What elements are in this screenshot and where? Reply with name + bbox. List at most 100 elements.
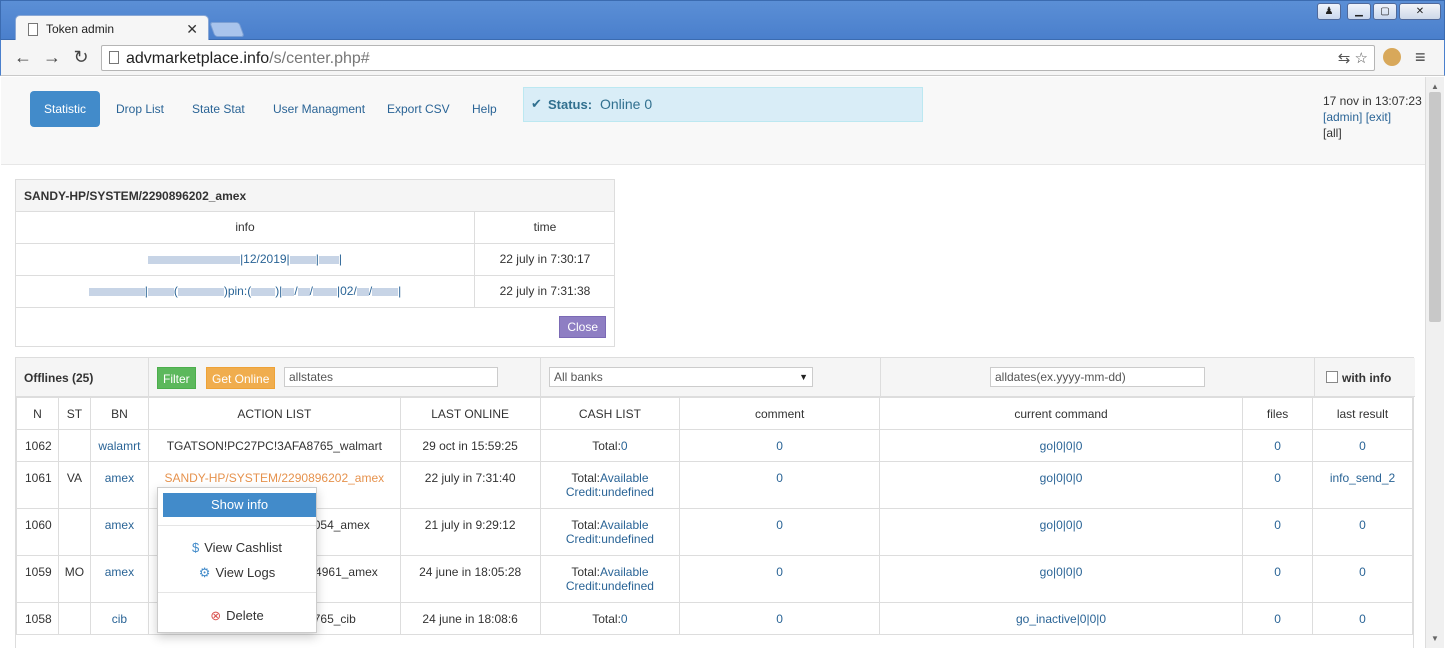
row-files-link[interactable]: 0 [1242, 508, 1314, 556]
redacted-block [147, 287, 174, 296]
info-cell: |12/2019| | | [16, 244, 475, 276]
row-command-link[interactable]: go_inactive|0|0|0 [878, 602, 1244, 635]
nav-export-csv[interactable]: Export CSV [373, 91, 464, 127]
redacted-block [88, 287, 145, 296]
row-result-link[interactable]: 0 [1312, 555, 1413, 603]
states-input[interactable]: allstates [284, 367, 498, 387]
status-label: Status: [548, 97, 593, 112]
row-state: MO [57, 555, 91, 603]
row-bank-link[interactable]: amex [89, 555, 149, 603]
address-bar[interactable]: advmarketplace.info/s/center.php# ⇆ ☆ [101, 45, 1375, 71]
row-bank-link[interactable]: amex [89, 508, 149, 556]
row-bank-link[interactable]: walamrt [89, 429, 149, 462]
row-files-link[interactable]: 0 [1242, 429, 1314, 462]
row-action[interactable]: TGATSON!PC27PC!3AFA8765_walmart [147, 429, 401, 462]
col-last-online: LAST ONLINE [399, 397, 541, 430]
back-icon[interactable]: ← [12, 47, 34, 69]
nav-state-stat[interactable]: State Stat [178, 91, 259, 127]
menu-divider [158, 525, 316, 526]
row-bank-link[interactable]: cib [89, 602, 149, 635]
info-row: |()pin:()| / / |02// | 22 july in 7:31:38 [16, 276, 614, 308]
row-comment-link[interactable]: 0 [679, 429, 880, 462]
dates-input[interactable]: alldates(ex.yyyy-mm-dd) [990, 367, 1205, 387]
menu-icon[interactable]: ≡ [1415, 47, 1426, 68]
admin-link[interactable]: [admin] [1323, 110, 1362, 124]
row-files-link[interactable]: 0 [1242, 602, 1314, 635]
row-result-link[interactable]: 0 [1312, 429, 1413, 462]
status-value: Online 0 [600, 96, 653, 112]
new-tab-button[interactable] [209, 22, 245, 37]
row-files-link[interactable]: 0 [1242, 461, 1314, 509]
row-comment-link[interactable]: 0 [679, 461, 880, 509]
nav-drop-list[interactable]: Drop List [102, 91, 178, 127]
info-panel: SANDY-HP/SYSTEM/2290896202_amex info tim… [15, 179, 615, 347]
row-command-link[interactable]: go|0|0|0 [878, 461, 1244, 509]
dropdown-caret-icon: ▼ [799, 372, 808, 382]
row-state [57, 508, 91, 556]
with-info-checkbox[interactable] [1326, 371, 1338, 383]
tab-close-icon[interactable]: ✕ [186, 21, 198, 38]
nav-user-management[interactable]: User Managment [259, 91, 379, 127]
minimize-icon[interactable]: ▁ [1347, 3, 1371, 20]
redacted-block [148, 255, 241, 264]
row-command-link[interactable]: go|0|0|0 [878, 555, 1244, 603]
banks-select[interactable]: All banks ▼ [549, 367, 813, 387]
scroll-down-icon[interactable]: ▼ [1431, 634, 1439, 643]
info-cell: |()pin:()| / / |02// | [16, 276, 475, 308]
exit-link[interactable]: [exit] [1366, 110, 1391, 124]
row-result-link[interactable]: 0 [1312, 508, 1413, 556]
row-files-link[interactable]: 0 [1242, 555, 1314, 603]
row-cash: Total:0 [539, 602, 681, 635]
nav-statistic[interactable]: Statistic [30, 91, 101, 127]
divider [1314, 358, 1315, 397]
row-result-link[interactable]: info_send_2 [1312, 461, 1413, 509]
browser-tab[interactable]: Token admin ✕ [15, 15, 209, 43]
row-state [57, 602, 91, 635]
user-icon[interactable]: ♟ [1317, 3, 1341, 20]
cookie-extension-icon[interactable] [1383, 48, 1401, 66]
divider [148, 358, 149, 397]
row-result-link[interactable]: 0 [1312, 602, 1413, 635]
view-logs-menu-item[interactable]: ⚙ View Logs [158, 565, 316, 581]
scroll-up-icon[interactable]: ▲ [1431, 82, 1439, 91]
window-titlebar: Token admin ✕ ♟ ▁ ▢ ✕ [0, 0, 1445, 43]
close-button[interactable]: Close [559, 316, 606, 338]
row-number: 1062 [16, 429, 59, 462]
show-info-menu-item[interactable]: Show info [163, 493, 316, 517]
time-cell: 22 july in 7:30:17 [499, 252, 591, 266]
delete-menu-item[interactable]: ⊗ Delete [158, 608, 316, 624]
row-comment-link[interactable]: 0 [679, 602, 880, 635]
col-comment: comment [679, 397, 880, 430]
forward-icon[interactable]: → [41, 47, 63, 69]
get-online-button[interactable]: Get Online [206, 367, 276, 389]
view-cashlist-menu-item[interactable]: $ View Cashlist [158, 540, 316, 555]
page-scrollbar[interactable]: ▲ ▼ [1425, 77, 1444, 648]
row-comment-link[interactable]: 0 [679, 555, 880, 603]
row-command-link[interactable]: go|0|0|0 [878, 508, 1244, 556]
all-link[interactable]: [all] [1323, 126, 1342, 140]
tab-title: Token admin [46, 22, 115, 36]
row-number: 1058 [16, 602, 59, 635]
bookmark-star-icon[interactable]: ☆ [1355, 50, 1368, 67]
with-info-toggle[interactable]: with info [1326, 371, 1391, 385]
filter-button[interactable]: Filter [157, 367, 196, 389]
time-col-header: time [533, 220, 557, 234]
divider [540, 358, 541, 397]
scrollbar-thumb[interactable] [1429, 92, 1441, 322]
translate-icon[interactable]: ⇆ ☆ [1338, 49, 1368, 67]
row-command-link[interactable]: go|0|0|0 [878, 429, 1244, 462]
nav-help[interactable]: Help [458, 91, 511, 127]
row-cash: Total:0 [539, 429, 681, 462]
browser-toolbar: ← → ↻ advmarketplace.info/s/center.php# … [0, 40, 1445, 76]
gear-icon: ⚙ [198, 565, 211, 580]
reload-icon[interactable]: ↻ [70, 47, 92, 69]
row-bank-link[interactable]: amex [89, 461, 149, 509]
maximize-icon[interactable]: ▢ [1373, 3, 1397, 20]
offlines-title: Offlines (25) [24, 371, 94, 385]
check-icon: ✔ [531, 96, 542, 111]
row-comment-link[interactable]: 0 [679, 508, 880, 556]
table-row[interactable]: 1062 walamrt TGATSON!PC27PC!3AFA8765_wal… [16, 429, 1413, 462]
col-st: ST [57, 397, 91, 430]
window-close-icon[interactable]: ✕ [1399, 3, 1441, 20]
page-viewport: Statistic Drop List State Stat User Mana… [1, 77, 1425, 648]
